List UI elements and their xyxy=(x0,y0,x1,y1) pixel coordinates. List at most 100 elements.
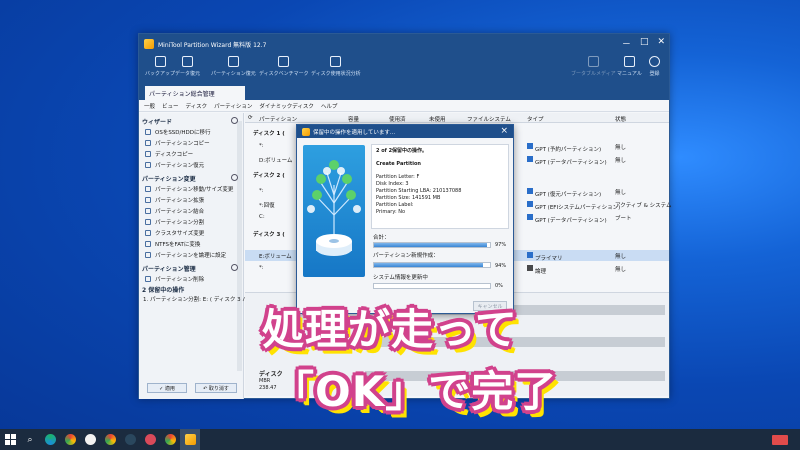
disk-benchmark-icon xyxy=(278,56,290,67)
minitool-taskbar-icon[interactable] xyxy=(180,429,200,450)
col-status[interactable]: 状態 xyxy=(615,115,626,123)
sidebar-item-set-logical[interactable]: パーティションを論理に設定 xyxy=(145,251,226,259)
disk-benchmark-button[interactable]: ディスクベンチマーク xyxy=(259,56,309,77)
minimize-button[interactable]: － xyxy=(622,37,631,50)
progress-create-label: パーティション新規作成： xyxy=(373,253,439,259)
app-icon[interactable] xyxy=(140,429,160,450)
sidebar-item-disk-copy[interactable]: ディスクコピー xyxy=(145,150,193,158)
detail-line: Partition Label: xyxy=(376,202,414,208)
space-analyzer-button[interactable]: ディスク使用状況分析 xyxy=(311,56,361,77)
operation-info-box: 2 of 2保留中の操作。 Create Partition Partition… xyxy=(371,144,509,229)
convert-icon xyxy=(145,241,151,247)
taskbar: ⌕ xyxy=(0,429,800,450)
delete-icon xyxy=(145,276,151,282)
apply-button[interactable]: ✓ 適用 xyxy=(147,383,187,393)
collapse-manage-icon[interactable] xyxy=(231,264,238,271)
progress-create-fill xyxy=(374,263,484,267)
dialog-title-bar: 保留中の操作を適用しています... × xyxy=(297,125,513,138)
maximize-button[interactable]: □ xyxy=(640,37,649,50)
dialog-close-icon[interactable]: × xyxy=(500,126,508,136)
undo-button[interactable]: ↶ 取り消す xyxy=(195,383,237,393)
detail-line: Partition Starting LBA: 210137088 xyxy=(376,188,462,194)
detail-line: Primary: No xyxy=(376,209,406,215)
pending-ops-title: 2 保留中の操作 xyxy=(142,287,185,294)
sidebar-item-extend[interactable]: パーティション拡張 xyxy=(145,196,204,204)
operation-name: Create Partition xyxy=(376,161,421,167)
sidebar-item-partition-copy[interactable]: パーティションコピー xyxy=(145,139,210,147)
sidebar-item-cluster-size[interactable]: クラスタサイズ変更 xyxy=(145,229,204,237)
col-used[interactable]: 使用済 xyxy=(389,115,406,123)
bootable-media-button[interactable]: ブータブルメディア xyxy=(571,56,616,77)
resize-icon xyxy=(145,186,151,192)
backup-icon xyxy=(154,56,166,67)
col-filesystem[interactable]: ファイルシステム xyxy=(467,115,511,123)
notification-icon[interactable] xyxy=(772,435,788,445)
col-partition[interactable]: パーティション xyxy=(259,115,297,123)
title-bar: MiniTool Partition Wizard 無料版 12.7 － □ ✕ xyxy=(139,34,669,54)
menu-disk[interactable]: ディスク xyxy=(186,102,208,110)
partition-mark-icon xyxy=(527,201,533,207)
partition-mark-icon xyxy=(527,252,533,258)
cluster-icon xyxy=(145,230,151,236)
partition-mark-icon xyxy=(527,265,533,271)
progress-total-bar xyxy=(373,242,491,248)
backup-button[interactable]: バックアップ xyxy=(145,56,175,77)
user-icon xyxy=(649,56,660,67)
register-button[interactable]: 登録 xyxy=(649,56,660,77)
col-unused[interactable]: 未使用 xyxy=(429,115,446,123)
menu-general[interactable]: 一般 xyxy=(144,102,155,110)
split-icon xyxy=(145,219,151,225)
progress-update-percent: 0% xyxy=(495,283,503,289)
edge-icon[interactable] xyxy=(40,429,60,450)
menu-partition[interactable]: パーティション xyxy=(214,102,252,110)
menu-view[interactable]: ビュー xyxy=(162,102,179,110)
app-icon[interactable] xyxy=(80,429,100,450)
tab-partition-management[interactable]: パーティション総合管理 xyxy=(145,86,245,100)
window-title: MiniTool Partition Wizard 無料版 12.7 xyxy=(158,41,267,49)
sidebar-scrollbar[interactable] xyxy=(237,121,242,371)
operation-step: 2 of 2保留中の操作。 xyxy=(376,148,428,154)
sidebar-manage-title: パーティション管理 xyxy=(142,266,196,273)
sidebar-item-merge[interactable]: パーティション結合 xyxy=(145,207,204,215)
progress-total-fill xyxy=(374,243,487,247)
windows-start-icon[interactable] xyxy=(0,429,20,450)
sidebar: ウィザード OSをSSD/HDDに移行 パーティションコピー ディスクコピー パ… xyxy=(139,113,253,399)
manual-button[interactable]: マニュアル xyxy=(617,56,642,77)
sidebar-item-delete-partition[interactable]: パーティション削除 xyxy=(145,275,204,283)
menu-bar: 一般 ビュー ディスク パーティション ダイナミックディスク ヘルプ xyxy=(139,100,669,112)
data-recovery-button[interactable]: データ復元 xyxy=(175,56,200,77)
progress-update-label: システム情報を更新中 xyxy=(373,275,428,281)
partition-recovery-icon xyxy=(227,56,239,67)
partition-mark-icon xyxy=(527,143,533,149)
sidebar-item-move-resize[interactable]: パーティション移動/サイズ変更 xyxy=(145,185,233,193)
collapse-change-icon[interactable] xyxy=(231,174,238,181)
chrome-icon[interactable] xyxy=(60,429,80,450)
close-button[interactable]: ✕ xyxy=(657,37,665,50)
sidebar-item-split[interactable]: パーティション分割 xyxy=(145,218,204,226)
sidebar-item-partition-recovery[interactable]: パーティション復元 xyxy=(145,161,204,169)
partition-recovery-button[interactable]: パーティション復元 xyxy=(211,56,256,77)
migrate-icon xyxy=(145,129,151,135)
sidebar-item-migrate-os[interactable]: OSをSSD/HDDに移行 xyxy=(145,128,211,136)
sidebar-item-ntfs-to-fat[interactable]: NTFSをFATに変換 xyxy=(145,240,200,248)
chrome-icon[interactable] xyxy=(160,429,180,450)
merge-icon xyxy=(145,208,151,214)
collapse-wizard-icon[interactable] xyxy=(231,117,238,124)
progress-create-percent: 94% xyxy=(495,263,507,269)
menu-dynamic-disk[interactable]: ダイナミックディスク xyxy=(259,102,314,110)
menu-help[interactable]: ヘルプ xyxy=(321,102,338,110)
progress-total-percent: 97% xyxy=(495,242,507,248)
refresh-icon[interactable]: ⟳ xyxy=(248,115,253,121)
chrome-icon[interactable] xyxy=(100,429,120,450)
disk-tree-illustration xyxy=(303,145,365,277)
search-icon[interactable]: ⌕ xyxy=(20,429,40,450)
app-logo-icon xyxy=(144,39,154,49)
steam-icon[interactable] xyxy=(120,429,140,450)
partition-mark-icon xyxy=(527,156,533,162)
detail-line: Partition Letter: F xyxy=(376,174,420,180)
partition-mark-icon xyxy=(527,188,533,194)
col-type[interactable]: タイプ xyxy=(527,115,544,123)
pending-op-item[interactable]: 1. パーティション分割: E: ( ディスク 3 パ... xyxy=(143,295,253,303)
col-capacity[interactable]: 容量 xyxy=(348,115,359,123)
progress-create-bar xyxy=(373,262,491,268)
